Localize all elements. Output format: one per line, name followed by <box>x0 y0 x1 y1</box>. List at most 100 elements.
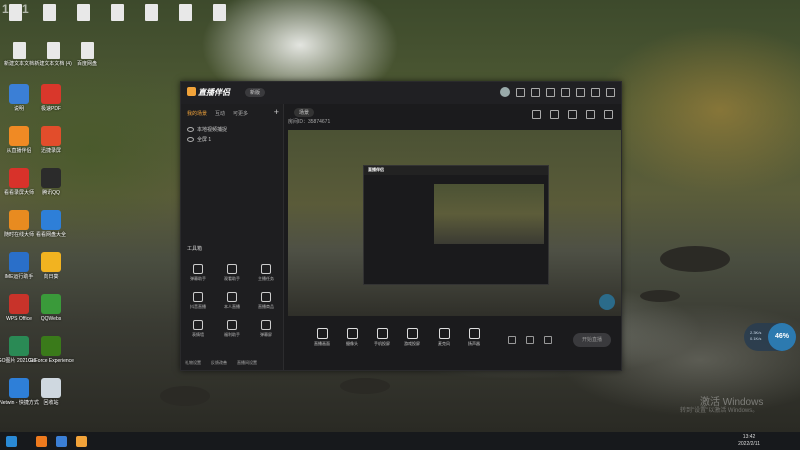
footer-link[interactable]: 直播间设置 <box>237 360 257 366</box>
desktop-icon-label: 回收站 <box>43 400 59 406</box>
toolbar-label: 游戏投屏 <box>404 341 420 346</box>
app-icon <box>46 42 60 59</box>
scene-item[interactable]: 本地视频捕捉 <box>181 123 283 133</box>
tab-my-scenes[interactable]: 我的场景 <box>187 110 207 117</box>
tool-item[interactable]: 本人直播 <box>215 292 249 310</box>
tool-label: 弹幕屏 <box>260 332 272 337</box>
toolbar-label: 摄像头 <box>346 341 358 346</box>
desktop-icon-label: GeForce Experience <box>28 358 74 364</box>
tool-item[interactable]: 抖音直播 <box>181 292 215 310</box>
desktop-icon-label: 极速PDF <box>40 106 61 112</box>
share-icon[interactable] <box>568 110 577 119</box>
screen-capture-button[interactable]: 直播画面 <box>308 328 336 347</box>
app-icon <box>9 84 29 104</box>
app-icon <box>9 294 29 314</box>
camera-icon <box>346 328 358 339</box>
title-bar[interactable]: 直播伴侣 新版 <box>181 82 621 104</box>
desktop-icon[interactable]: 回收站 <box>28 378 74 406</box>
rock <box>340 378 390 394</box>
add-scene-icon[interactable]: + <box>274 107 279 117</box>
scene-button[interactable]: 场景 <box>294 108 315 117</box>
taskbar-app-icon[interactable] <box>76 436 87 447</box>
clock[interactable]: 13:42 2022/2/11 <box>738 434 760 448</box>
network-speed-widget[interactable]: 2.3K/s 0.1K/s 46% <box>744 323 796 351</box>
camera-button[interactable]: 摄像头 <box>338 328 366 347</box>
app-icon <box>110 4 124 21</box>
upload-speed: 2.3K/s <box>750 330 762 335</box>
version-badge[interactable]: 新版 <box>245 88 266 97</box>
tool-icon <box>193 320 203 330</box>
tool-item[interactable]: 表情墙 <box>181 320 215 338</box>
app-icon <box>41 294 61 314</box>
grid-icon[interactable] <box>531 87 540 97</box>
minimize-icon[interactable] <box>576 87 585 97</box>
desktop-icon[interactable]: 极速PDF <box>28 84 74 112</box>
message-icon[interactable] <box>516 87 525 97</box>
live-badge-icon <box>599 294 615 310</box>
microphone-button[interactable]: 麦克风 <box>430 328 458 347</box>
settings-icon[interactable] <box>561 87 570 97</box>
desktop-icon[interactable]: 看看网盘大全 <box>28 210 74 238</box>
tool-label: 表情墙 <box>192 332 204 337</box>
tool-item[interactable]: 主播任务 <box>249 264 283 282</box>
taskbar-app-icon[interactable] <box>36 436 47 447</box>
start-live-button[interactable]: 开始直播 <box>573 333 611 347</box>
maximize-icon[interactable] <box>591 87 600 97</box>
tool-label: 弹幕助手 <box>190 276 206 281</box>
gift-icon[interactable] <box>532 110 541 119</box>
rock <box>160 386 210 406</box>
app-window[interactable]: 直播伴侣 新版 我的场景 互动 可更多 + 本地视频捕捉 全屏 1 工具箱 弹幕… <box>180 81 622 371</box>
tab-interact[interactable]: 互动 <box>215 110 225 117</box>
taskbar-app-icon[interactable] <box>56 436 67 447</box>
close-icon[interactable] <box>606 87 615 97</box>
tool-icon <box>261 292 271 302</box>
footer-link[interactable]: 反馈改善 <box>211 360 227 366</box>
footer-link[interactable]: 礼物设置 <box>185 360 201 366</box>
desktop-icon[interactable]: 腾讯QQ <box>28 168 74 196</box>
app-icon <box>41 210 61 230</box>
tool-icon <box>227 264 237 274</box>
toolbar-label: 扬声器 <box>468 341 480 346</box>
desktop-icon[interactable]: GeForce Experience <box>28 336 74 364</box>
tab-more[interactable]: 可更多 <box>233 110 248 117</box>
speaker-icon <box>468 328 480 339</box>
phone-mirror-button[interactable]: 手机投屏 <box>368 328 396 347</box>
tool-item[interactable]: 直播商品 <box>249 292 283 310</box>
desktop-icon[interactable]: 迅捷录屏 <box>28 126 74 154</box>
tool-icon <box>261 320 271 330</box>
tool-item[interactable]: 弹幕助手 <box>181 264 215 282</box>
tool-item[interactable]: 观看助手 <box>215 264 249 282</box>
shirt-icon[interactable] <box>546 87 555 97</box>
app-icon <box>9 378 29 398</box>
preview-area: 场景 房间ID：35874671 直播伴侣 直播画面 摄像头 手机投屏 游戏投屏… <box>284 104 621 370</box>
scene-item[interactable]: 全屏 1 <box>181 133 283 143</box>
desktop-icon[interactable] <box>196 4 242 23</box>
game-capture-button[interactable]: 游戏投屏 <box>398 328 426 347</box>
avatar[interactable] <box>500 87 510 97</box>
app-icon <box>41 126 61 146</box>
tool-item[interactable]: 弹幕屏 <box>249 320 283 338</box>
more-icon[interactable] <box>604 110 613 119</box>
tool-label: 观看助手 <box>224 276 240 281</box>
record-icon[interactable] <box>508 336 516 344</box>
live-preview[interactable]: 直播伴侣 <box>288 130 621 316</box>
game-icon <box>406 328 418 339</box>
start-icon[interactable] <box>6 436 17 447</box>
desktop-icon[interactable]: QQWebs <box>28 294 74 322</box>
download-speed: 0.1K/s <box>750 336 762 341</box>
eye-icon[interactable] <box>526 336 534 344</box>
tool-icon <box>227 292 237 302</box>
desktop-icon[interactable]: 向日葵 <box>28 252 74 280</box>
shop-icon[interactable] <box>550 110 559 119</box>
tool-item[interactable]: 福利助手 <box>215 320 249 338</box>
tool-icon <box>193 292 203 302</box>
nested-app-preview: 直播伴侣 <box>363 165 549 285</box>
toolbar-label: 手机投屏 <box>374 341 390 346</box>
gear-icon[interactable] <box>544 336 552 344</box>
app-icon <box>9 336 29 356</box>
speaker-button[interactable]: 扬声器 <box>460 328 488 347</box>
bell-icon[interactable] <box>586 110 595 119</box>
app-logo: 直播伴侣 <box>187 87 230 98</box>
panel-footer: 礼物设置 反馈改善 直播间设置 <box>185 360 257 366</box>
desktop-icon[interactable]: 百度网盘 <box>64 42 110 67</box>
